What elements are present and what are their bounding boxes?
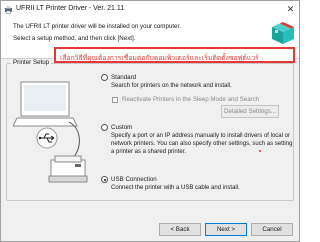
cancel-button[interactable]: Cancel bbox=[251, 223, 293, 236]
custom-description: Specify a port or an IP address manually… bbox=[111, 133, 293, 155]
title-bar: UFRII LT Printer Driver - Ver. 21.11 ✕ bbox=[1, 1, 299, 18]
usb-connection-radio[interactable] bbox=[101, 176, 108, 183]
custom-label[interactable]: Custom bbox=[111, 124, 132, 131]
intro-text-line2: Select a setup method, and then click [N… bbox=[13, 35, 136, 42]
close-icon[interactable]: ✕ bbox=[285, 4, 296, 15]
back-button[interactable]: < Back bbox=[159, 223, 201, 236]
usb-connection-illustration bbox=[13, 81, 88, 183]
reactivate-checkbox[interactable] bbox=[112, 97, 118, 103]
annotation-dot bbox=[259, 150, 261, 152]
printer-icon bbox=[48, 155, 88, 183]
window-title: UFRII LT Printer Driver - Ver. 21.11 bbox=[16, 5, 125, 12]
custom-radio[interactable] bbox=[101, 124, 108, 131]
standard-label[interactable]: Standard bbox=[111, 74, 136, 81]
detailed-settings-button[interactable]: Detailed Settings... bbox=[221, 105, 279, 118]
usb-connection-description: Connect the printer with a USB cable and… bbox=[111, 185, 240, 191]
next-button[interactable]: Next > bbox=[205, 223, 247, 236]
printer-app-icon bbox=[5, 6, 12, 14]
installer-box-icon bbox=[272, 22, 294, 44]
usb-icon bbox=[36, 127, 58, 149]
reactivate-label[interactable]: Reactivate Printers in the Sleep Mode an… bbox=[122, 96, 259, 103]
annotation-text: เลือกวิธีที่คุณต้องการเชื่อมต่อกับคอมพิว… bbox=[60, 55, 259, 62]
group-label: Printer Setup bbox=[11, 59, 52, 66]
intro-text-line1: The UFRII LT printer driver will be inst… bbox=[13, 23, 181, 30]
installer-window: UFRII LT Printer Driver - Ver. 21.11 ✕ T… bbox=[0, 0, 300, 242]
standard-description: Search for printers on the network and i… bbox=[111, 83, 232, 89]
annotation-callout: เลือกวิธีที่คุณต้องการเชื่อมต่อกับคอมพิว… bbox=[54, 47, 295, 63]
computer-icon bbox=[13, 81, 78, 127]
standard-radio[interactable] bbox=[101, 74, 108, 81]
usb-connection-label[interactable]: USB Connection bbox=[111, 176, 157, 183]
